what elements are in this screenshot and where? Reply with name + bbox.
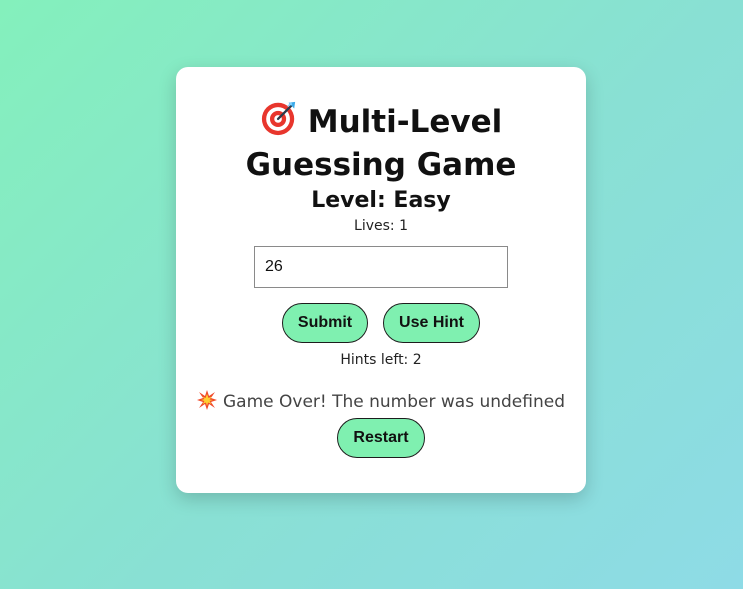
lives-counter: Lives: 1: [354, 218, 408, 234]
message-text: Game Over! The number was undefined: [222, 392, 565, 412]
game-over-message: Game Over! The number was undefined: [176, 390, 586, 413]
guess-input[interactable]: [254, 246, 508, 288]
restart-button[interactable]: Restart: [337, 418, 425, 458]
page-title: Multi-Level Guessing Game: [176, 99, 586, 187]
level-label: Level: Easy: [311, 188, 451, 213]
use-hint-button[interactable]: Use Hint: [383, 303, 480, 343]
game-card: Multi-Level Guessing Game Level: Easy Li…: [176, 67, 586, 493]
target-icon: [261, 101, 295, 136]
submit-button[interactable]: Submit: [282, 303, 368, 343]
collision-icon: [196, 390, 217, 410]
hints-left-counter: Hints left: 2: [340, 352, 422, 368]
